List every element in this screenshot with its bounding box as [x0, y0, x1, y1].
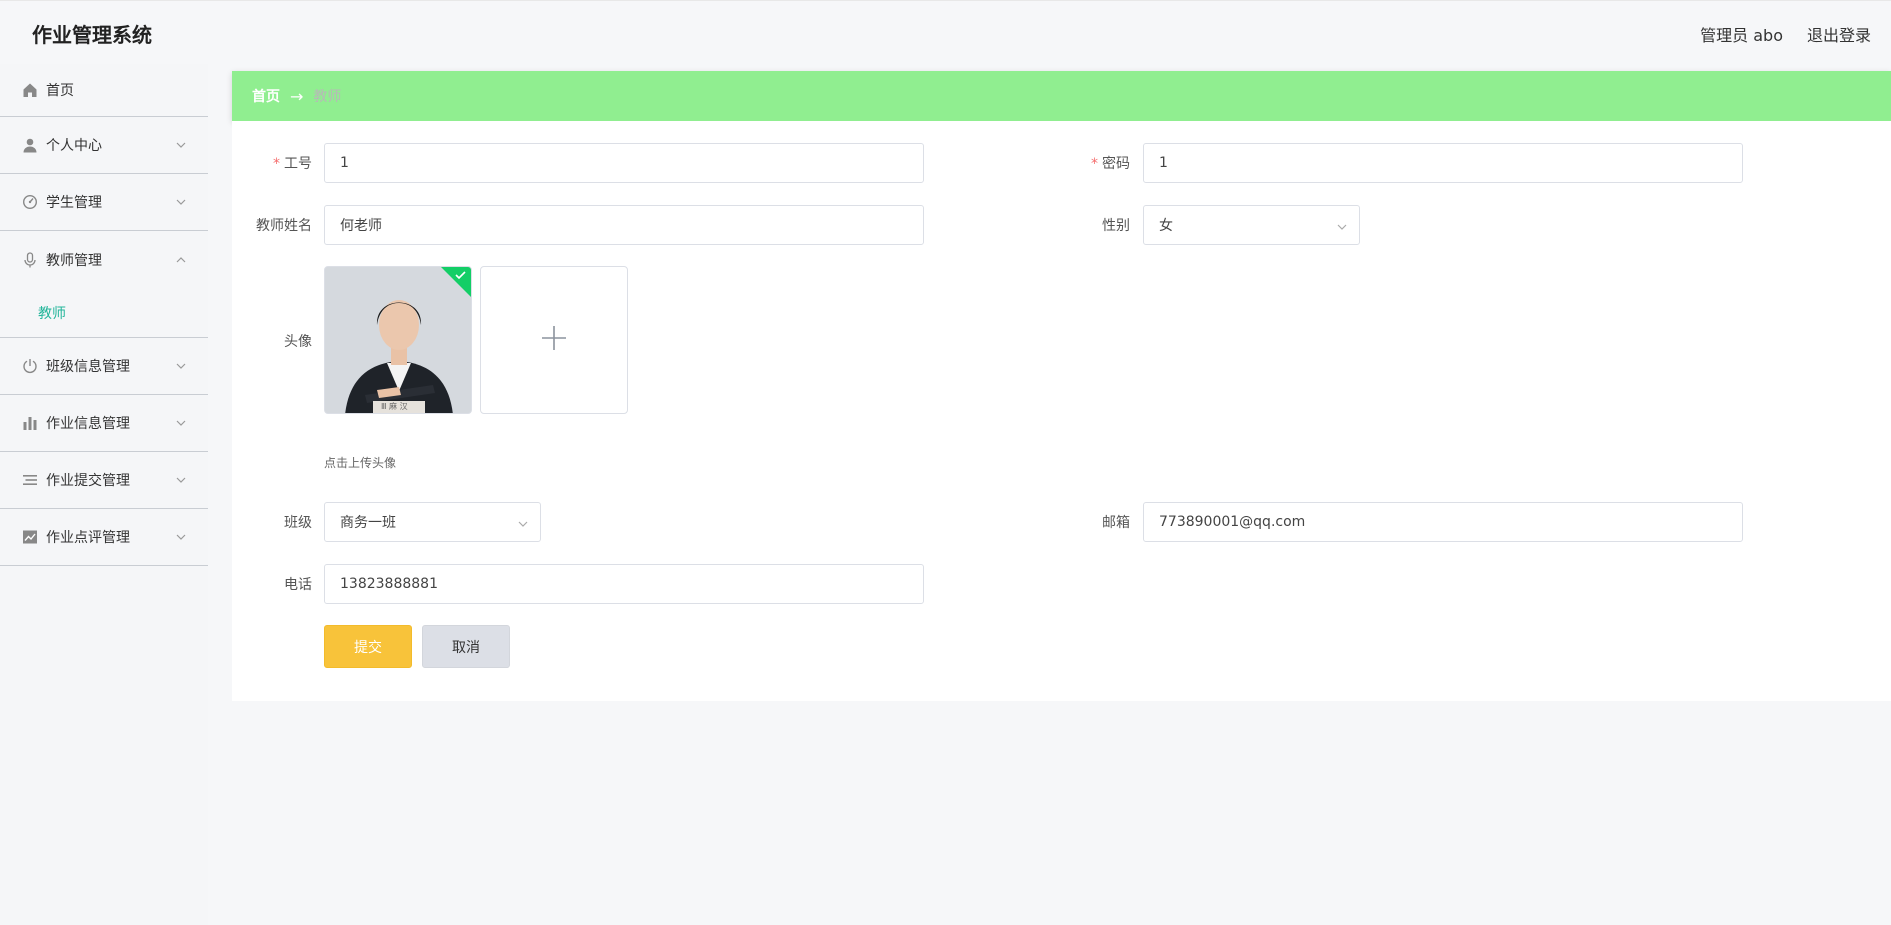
- submenu-teacher: 教师: [0, 288, 208, 338]
- breadcrumb-home-link[interactable]: 首页: [252, 86, 280, 106]
- job-no-label-text: 工号: [284, 156, 312, 172]
- list-icon: [22, 472, 38, 488]
- chevron-up-icon: [176, 253, 186, 263]
- sidebar-item-label: 教师管理: [46, 252, 102, 269]
- password-label-text: 密码: [1102, 156, 1130, 172]
- phone-label: 电话: [284, 577, 312, 593]
- breadcrumb-current: 教师: [313, 89, 342, 105]
- avatar-upload-button[interactable]: [480, 266, 628, 414]
- chevron-down-icon: [176, 359, 186, 369]
- gender-value: 女: [1159, 218, 1173, 234]
- sidebar-item-label: 作业提交管理: [46, 473, 130, 489]
- sidebar-group-teacher-management: 教师管理 教师: [0, 231, 208, 338]
- gender-label: 性别: [1102, 218, 1130, 234]
- breadcrumb: 首页 → 教师: [232, 71, 1891, 121]
- chevron-down-icon: [1337, 220, 1347, 230]
- email-value: 773890001@qq.com: [1159, 514, 1306, 530]
- sidebar-item-label: 作业点评管理: [46, 530, 130, 546]
- sidebar-item-homework-submission[interactable]: 作业提交管理: [0, 452, 208, 509]
- sidebar-item-label: 作业信息管理: [46, 416, 130, 432]
- home-icon: [22, 82, 38, 98]
- chevron-down-icon: [176, 138, 186, 148]
- chevron-down-icon: [176, 195, 186, 205]
- submit-button[interactable]: 提交: [324, 625, 412, 668]
- required-mark: *: [1091, 156, 1098, 172]
- sidebar-item-homework-review[interactable]: 作业点评管理: [0, 509, 208, 566]
- cancel-button[interactable]: 取消: [422, 625, 510, 668]
- avatar-upload-tip: 点击上传头像: [324, 456, 397, 470]
- job-no-input[interactable]: 1: [324, 143, 924, 183]
- line-chart-icon: [22, 529, 38, 545]
- phone-value: 13823888881: [340, 576, 438, 592]
- class-label: 班级: [284, 515, 312, 531]
- current-user: 管理员 abo: [1700, 26, 1783, 45]
- sidebar-item-label: 班级信息管理: [46, 359, 130, 375]
- password-input[interactable]: 1: [1143, 143, 1743, 183]
- upload-success-icon: [441, 267, 471, 297]
- job-no-label: * 工号: [232, 153, 312, 173]
- teacher-name-label: 教师姓名: [256, 218, 312, 234]
- chevron-down-icon: [176, 530, 186, 540]
- email-label: 邮箱: [1102, 515, 1130, 531]
- teacher-name-input[interactable]: 何老师: [324, 205, 924, 245]
- power-icon: [22, 358, 38, 374]
- chevron-down-icon: [518, 517, 528, 527]
- class-select[interactable]: 商务一班: [324, 502, 541, 542]
- phone-input[interactable]: 13823888881: [324, 564, 924, 604]
- teacher-name-value: 何老师: [340, 218, 382, 234]
- teacher-form: * 工号 1 * 密码 1 教师姓名 何老师 性别 女 头像 Ⅲ 麻 汉 点击上…: [232, 121, 1891, 701]
- avatar-label: 头像: [284, 334, 312, 350]
- avatar-thumbnail[interactable]: Ⅲ 麻 汉: [324, 266, 472, 414]
- sidebar-item-label: 个人中心: [46, 138, 102, 154]
- sidebar-item-home[interactable]: 首页: [0, 64, 208, 117]
- gender-select[interactable]: 女: [1143, 205, 1360, 245]
- sidebar-item-personal-center[interactable]: 个人中心: [0, 117, 208, 174]
- password-label: * 密码: [1050, 153, 1130, 173]
- email-input[interactable]: 773890001@qq.com: [1143, 502, 1743, 542]
- chevron-down-icon: [176, 416, 186, 426]
- required-mark: *: [273, 156, 280, 172]
- job-no-value: 1: [340, 155, 349, 171]
- sidebar-item-student-management[interactable]: 学生管理: [0, 174, 208, 231]
- logout-link[interactable]: 退出登录: [1807, 22, 1871, 46]
- app-title: 作业管理系统: [32, 23, 152, 47]
- avatar-badge-text: Ⅲ 麻 汉: [381, 402, 408, 411]
- dashboard-icon: [22, 194, 38, 210]
- sidebar-item-label: 首页: [46, 83, 74, 99]
- microphone-icon: [22, 251, 38, 268]
- sidebar-item-label: 学生管理: [46, 195, 102, 211]
- user-icon: [22, 137, 38, 153]
- top-header: 作业管理系统 管理员 abo 退出登录: [0, 0, 1891, 64]
- chevron-down-icon: [176, 473, 186, 483]
- sidebar-item-teacher-management[interactable]: 教师管理: [0, 231, 208, 288]
- sidebar-item-homework-info[interactable]: 作业信息管理: [0, 395, 208, 452]
- sidebar-menu: 首页 个人中心 学生管理 教师管理 教师 班级信息管理 作业信息管理 作业提交管…: [0, 64, 208, 925]
- class-value: 商务一班: [340, 515, 396, 531]
- breadcrumb-arrow-icon: →: [290, 86, 304, 106]
- plus-icon: [540, 324, 568, 356]
- password-value: 1: [1159, 155, 1168, 171]
- bar-chart-icon: [22, 415, 38, 431]
- sidebar-subitem-teacher[interactable]: 教师: [38, 303, 66, 323]
- sidebar-item-class-info[interactable]: 班级信息管理: [0, 338, 208, 395]
